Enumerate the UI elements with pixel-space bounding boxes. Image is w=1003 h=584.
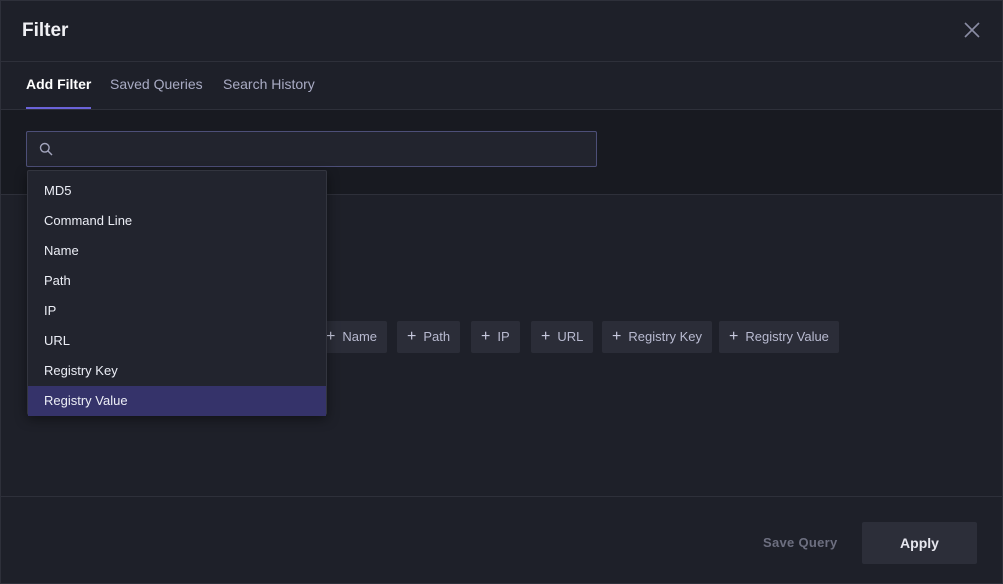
apply-button[interactable]: Apply [862, 522, 977, 564]
tab-bar: Add Filter Saved Queries Search History [1, 62, 1002, 110]
dropdown-item-registry-key[interactable]: Registry Key [28, 356, 326, 386]
plus-icon: + [541, 328, 551, 345]
search-icon [39, 142, 53, 156]
plus-icon: + [407, 328, 417, 345]
search-input[interactable] [63, 132, 593, 166]
add-url-chip[interactable]: + URL [531, 321, 594, 353]
dropdown-item-ip[interactable]: IP [28, 296, 326, 326]
tab-add-filter[interactable]: Add Filter [26, 62, 92, 109]
chip-label: Path [423, 329, 451, 344]
add-ip-chip[interactable]: + IP [471, 321, 520, 353]
add-registry-key-chip[interactable]: + Registry Key [602, 321, 713, 353]
dropdown-item-name[interactable]: Name [28, 236, 326, 266]
dialog-header: Filter [1, 1, 1002, 62]
plus-icon: + [481, 328, 491, 345]
plus-icon: + [729, 328, 739, 345]
dropdown-item-md5[interactable]: MD5 [28, 176, 326, 206]
chip-label: IP [497, 329, 510, 344]
add-registry-value-chip[interactable]: + Registry Value [719, 321, 839, 353]
dropdown-item-path[interactable]: Path [28, 266, 326, 296]
tab-saved-queries[interactable]: Saved Queries [110, 62, 203, 109]
add-path-chip[interactable]: + Path [397, 321, 461, 353]
dropdown-item-url[interactable]: URL [28, 326, 326, 356]
dialog-title: Filter [22, 20, 69, 41]
chip-label: Registry Key [628, 329, 703, 344]
search-box[interactable] [26, 131, 597, 167]
dialog-footer: Save Query Apply [1, 496, 1002, 584]
filter-dialog: Filter Add Filter Saved Queries Search H… [0, 0, 1003, 584]
dropdown-item-command-line[interactable]: Command Line [28, 206, 326, 236]
chip-label: URL [557, 329, 584, 344]
plus-icon: + [326, 328, 336, 345]
field-dropdown: MD5 Command Line Name Path IP URL Regist… [27, 170, 327, 416]
chip-label: Registry Value [745, 329, 829, 344]
save-query-button[interactable]: Save Query [763, 535, 838, 550]
plus-icon: + [612, 328, 622, 345]
chip-label: Name [342, 329, 378, 344]
close-icon[interactable] [962, 20, 982, 40]
dropdown-item-registry-value[interactable]: Registry Value [28, 386, 326, 416]
tab-search-history[interactable]: Search History [223, 62, 315, 109]
